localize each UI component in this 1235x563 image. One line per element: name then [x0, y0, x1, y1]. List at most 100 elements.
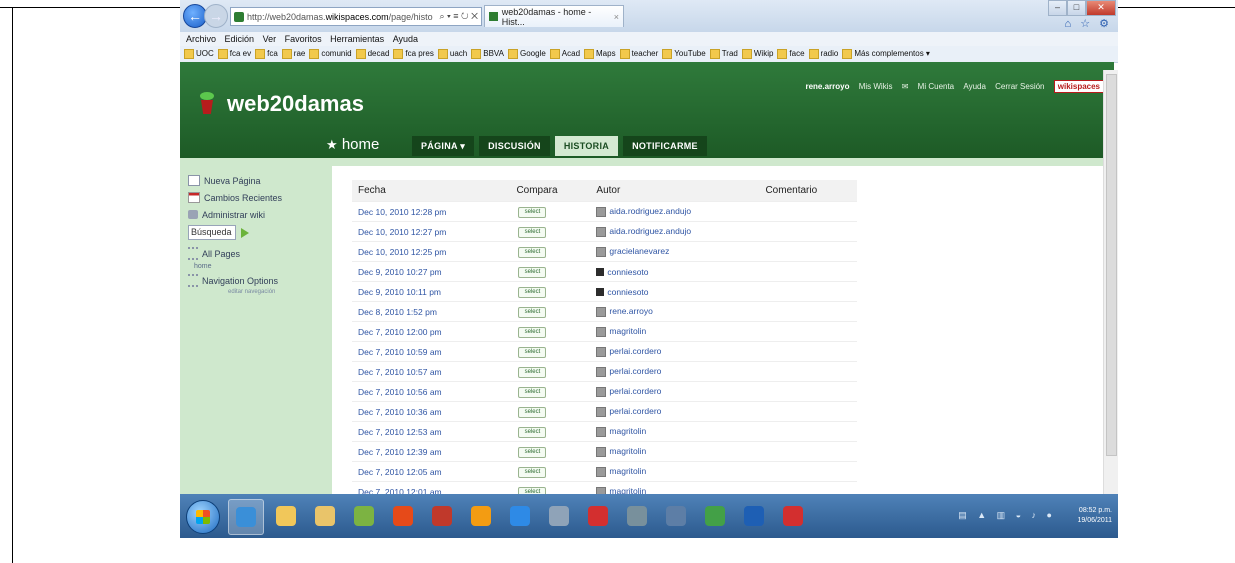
revision-date-link[interactable]: Dec 7, 2010 10:36 am — [352, 401, 511, 422]
favorite-link[interactable]: rae — [281, 46, 305, 62]
browser-tab-active[interactable]: web20damas - home - Hist... × — [484, 5, 624, 27]
avatar[interactable] — [596, 268, 605, 277]
tray-icons[interactable]: ▤ ▲ ▥ ◒ ♪ ● — [958, 510, 1056, 521]
author-link[interactable]: perlai.cordero — [609, 346, 661, 356]
sidebar-item-new-page[interactable]: Nueva Página — [188, 172, 318, 189]
avatar[interactable] — [596, 326, 607, 337]
sidebar-item-all-pages[interactable]: All Pages — [188, 245, 318, 262]
scrollbar-thumb[interactable] — [1106, 74, 1117, 456]
menu-archivo[interactable]: Archivo — [186, 32, 216, 46]
select-button[interactable]: select — [518, 327, 547, 338]
author-link[interactable]: magritolin — [609, 426, 646, 436]
revision-date-link[interactable]: Dec 8, 2010 1:52 pm — [352, 301, 511, 322]
taskbar-app-internet-explorer[interactable] — [228, 499, 264, 535]
select-button[interactable]: select — [518, 307, 547, 318]
revision-date-link[interactable]: Dec 7, 2010 12:39 am — [352, 441, 511, 462]
avatar[interactable] — [596, 246, 607, 257]
revision-date-link[interactable]: Dec 9, 2010 10:11 pm — [352, 281, 511, 302]
search-go-icon[interactable] — [241, 227, 249, 238]
taskbar-app-tool[interactable] — [425, 499, 459, 533]
menu-edicion[interactable]: Edición — [225, 32, 255, 46]
select-button[interactable]: select — [518, 287, 547, 298]
avatar[interactable] — [596, 206, 607, 217]
edit-navigation-link[interactable]: editar navegación — [228, 289, 318, 298]
select-button[interactable]: select — [518, 247, 547, 258]
revision-date-link[interactable]: Dec 7, 2010 12:00 pm — [352, 321, 511, 342]
close-window-button[interactable]: ✕ — [1086, 0, 1116, 16]
help-link[interactable]: Ayuda — [963, 82, 986, 91]
taskbar-app-network[interactable] — [581, 499, 615, 533]
revision-date-link[interactable]: Dec 10, 2010 12:28 pm — [352, 201, 511, 222]
favorite-link[interactable]: teacher — [619, 46, 658, 62]
mail-icon[interactable]: ✉ — [902, 82, 909, 91]
menu-favoritos[interactable]: Favoritos — [285, 32, 322, 46]
favorite-link[interactable]: UOC — [184, 46, 214, 62]
author-link[interactable]: perlai.cordero — [609, 366, 661, 376]
forward-button[interactable]: → — [204, 4, 228, 28]
sidebar-subitem-home[interactable]: home — [194, 262, 318, 272]
author-link[interactable]: aida.rodriguez.andujo — [609, 226, 691, 236]
avatar[interactable] — [596, 406, 607, 417]
logout-link[interactable]: Cerrar Sesión — [995, 82, 1044, 91]
taskbar-app-media-player[interactable] — [542, 499, 576, 533]
taskbar-app-green-app[interactable] — [698, 499, 732, 533]
author-link[interactable]: magritolin — [609, 466, 646, 476]
favorite-link[interactable]: Acad — [549, 46, 580, 62]
revision-date-link[interactable]: Dec 7, 2010 10:56 am — [352, 381, 511, 402]
avatar[interactable] — [596, 366, 607, 377]
taskbar-app-screen[interactable] — [620, 499, 654, 533]
author-link[interactable]: conniesoto — [607, 287, 648, 297]
favorite-link[interactable]: Más complementos ▾ — [842, 46, 930, 62]
author-link[interactable]: perlai.cordero — [609, 386, 661, 396]
menu-herramientas[interactable]: Herramientas — [330, 32, 384, 46]
favorite-link[interactable]: Google — [507, 46, 546, 62]
menu-ver[interactable]: Ver — [263, 32, 277, 46]
favorite-link[interactable]: BBVA — [471, 46, 504, 62]
taskbar-app-folder[interactable] — [308, 499, 342, 533]
taskbar-app-pdf[interactable] — [776, 499, 810, 533]
select-button[interactable]: select — [518, 267, 547, 278]
taskbar-app-paint[interactable] — [347, 499, 381, 533]
select-button[interactable]: select — [518, 467, 547, 478]
avatar[interactable] — [596, 466, 607, 477]
author-link[interactable]: magritolin — [609, 326, 646, 336]
revision-date-link[interactable]: Dec 9, 2010 10:27 pm — [352, 261, 511, 282]
select-button[interactable]: select — [518, 367, 547, 378]
avatar[interactable] — [596, 346, 607, 357]
taskbar-app-chrome[interactable] — [386, 499, 420, 533]
wikispaces-badge[interactable]: wikispaces — [1053, 80, 1104, 93]
sidebar-item-navigation-options[interactable]: Navigation Options — [188, 272, 318, 289]
user-link[interactable]: rene.arroyo — [805, 82, 849, 91]
author-link[interactable]: conniesoto — [607, 267, 648, 277]
author-link[interactable]: rene.arroyo — [609, 306, 652, 316]
select-button[interactable]: select — [518, 447, 547, 458]
favorite-link[interactable]: comunid — [309, 46, 352, 62]
start-button[interactable] — [186, 500, 220, 534]
author-link[interactable]: aida.rodriguez.andujo — [609, 206, 691, 216]
author-link[interactable]: perlai.cordero — [609, 406, 661, 416]
select-button[interactable]: select — [518, 387, 547, 398]
avatar[interactable] — [596, 226, 607, 237]
taskbar-app-tools[interactable] — [659, 499, 693, 533]
favorite-link[interactable]: face — [777, 46, 805, 62]
page-scrollbar[interactable] — [1103, 70, 1118, 494]
tab-notificarme[interactable]: NOTIFICARME — [623, 136, 707, 156]
tab-historia[interactable]: HISTORIA — [554, 136, 619, 156]
select-button[interactable]: select — [518, 347, 547, 358]
taskbar-app-word[interactable] — [737, 499, 771, 533]
favorite-link[interactable]: uach — [437, 46, 467, 62]
favorite-link[interactable]: Wikip — [741, 46, 773, 62]
tab-close-icon[interactable]: × — [614, 12, 619, 22]
address-controls[interactable]: ⌕ ▾ ≡ ↻ ✕ — [436, 11, 481, 22]
favorite-link[interactable]: decad — [355, 46, 389, 62]
sidebar-item-recent-changes[interactable]: Cambios Recientes — [188, 189, 318, 206]
select-button[interactable]: select — [518, 227, 547, 238]
revision-date-link[interactable]: Dec 7, 2010 12:05 am — [352, 461, 511, 482]
menu-ayuda[interactable]: Ayuda — [393, 32, 418, 46]
favorite-link[interactable]: Trad — [709, 46, 738, 62]
address-url[interactable]: http://web20damas.wikispaces.com/page/hi… — [247, 12, 436, 22]
select-button[interactable]: select — [518, 407, 547, 418]
select-button[interactable]: select — [518, 207, 547, 218]
avatar[interactable] — [596, 446, 607, 457]
taskbar-app-skype[interactable] — [503, 499, 537, 533]
